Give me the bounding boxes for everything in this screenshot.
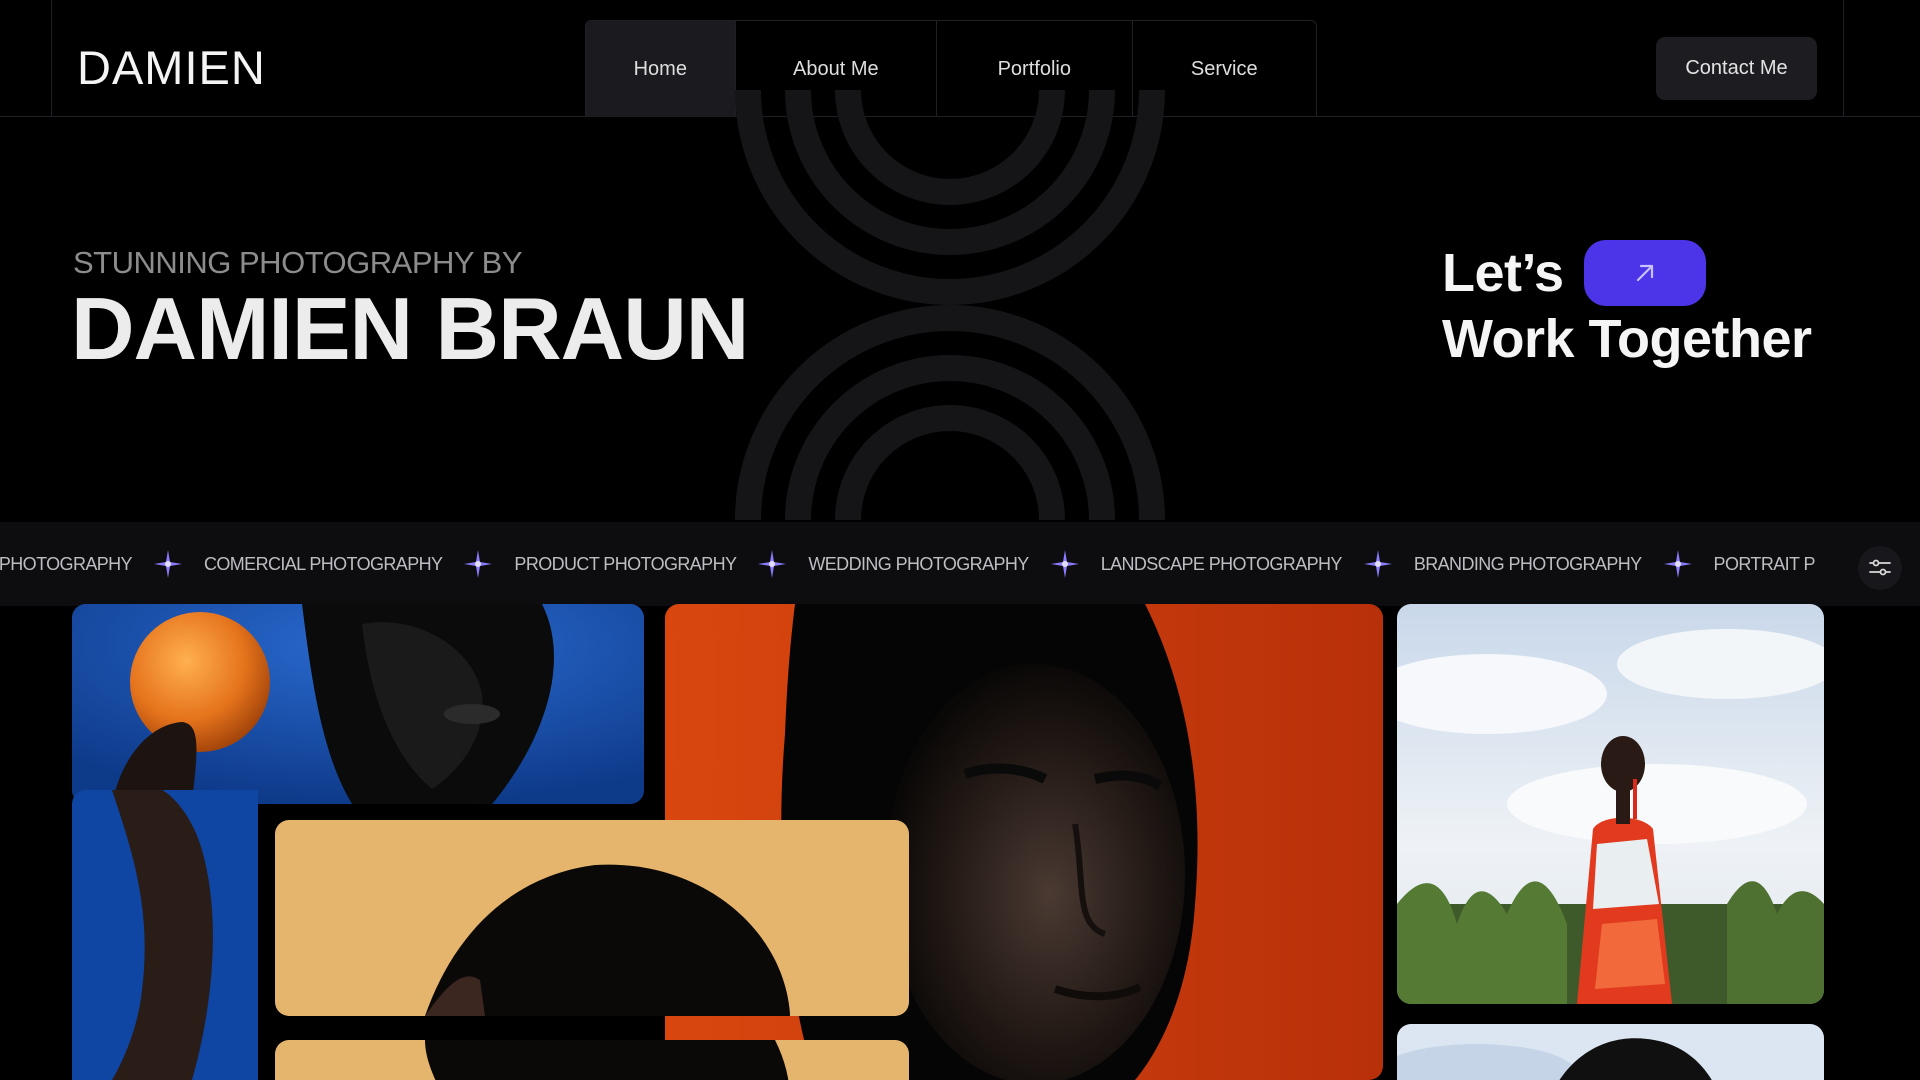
sparkle-icon xyxy=(442,550,514,578)
marquee-item: COMERCIAL PHOTOGRAPHY xyxy=(203,553,443,574)
hero-title: DAMIEN BRAUN xyxy=(71,279,749,378)
sparkle-icon xyxy=(1029,550,1101,578)
decorative-rings xyxy=(735,90,1165,520)
cta-text-lets: Let’s xyxy=(1442,243,1564,303)
gallery-photo-field-woman[interactable] xyxy=(1397,604,1824,1004)
marquee-item: LANDSCAPE PHOTOGRAPHY xyxy=(1100,553,1343,574)
sparkle-icon xyxy=(1342,550,1414,578)
sparkle-icon xyxy=(132,550,204,578)
services-marquee: NT PHOTOGRAPHY COMERCIAL PHOTOGRAPHY PRO… xyxy=(0,522,1920,606)
gallery-photo-orange[interactable] xyxy=(72,604,644,804)
nav-divider xyxy=(1843,0,1844,117)
filter-button[interactable] xyxy=(1858,546,1902,590)
marquee-item: PRODUCT PHOTOGRAPHY xyxy=(514,553,737,574)
site-logo[interactable]: DAMIEN xyxy=(77,40,266,95)
hero-kicker: STUNNING PHOTOGRAPHY BY xyxy=(73,245,523,280)
marquee-item: BRANDING PHOTOGRAPHY xyxy=(1413,553,1642,574)
nav-divider xyxy=(51,0,52,117)
cta-arrow-button[interactable] xyxy=(1583,240,1706,306)
filter-icon xyxy=(1869,559,1891,576)
marquee-item: WEDDING PHOTOGRAPHY xyxy=(808,553,1029,574)
gallery-photo-yellow-profile[interactable] xyxy=(275,820,909,1016)
marquee-track: NT PHOTOGRAPHY COMERCIAL PHOTOGRAPHY PRO… xyxy=(0,522,1816,606)
gallery-photo-yellow-lower[interactable] xyxy=(275,1040,909,1080)
gallery-photo-sky-hat[interactable] xyxy=(1397,1024,1824,1080)
work-together-cta: Let’s Work Together xyxy=(1442,240,1862,372)
marquee-item: PORTRAIT P xyxy=(1713,553,1816,574)
sparkle-icon xyxy=(1642,550,1714,578)
sparkle-icon xyxy=(736,550,808,578)
arrow-up-right-icon xyxy=(1636,264,1653,282)
marquee-item: NT PHOTOGRAPHY xyxy=(0,553,133,574)
cta-line-1: Let’s xyxy=(1442,240,1862,306)
contact-me-button[interactable]: Contact Me xyxy=(1656,37,1817,100)
nav-item-home[interactable]: Home xyxy=(586,21,736,117)
gallery-photo-arm[interactable] xyxy=(72,790,258,1080)
cta-line-2: Work Together xyxy=(1442,309,1812,369)
